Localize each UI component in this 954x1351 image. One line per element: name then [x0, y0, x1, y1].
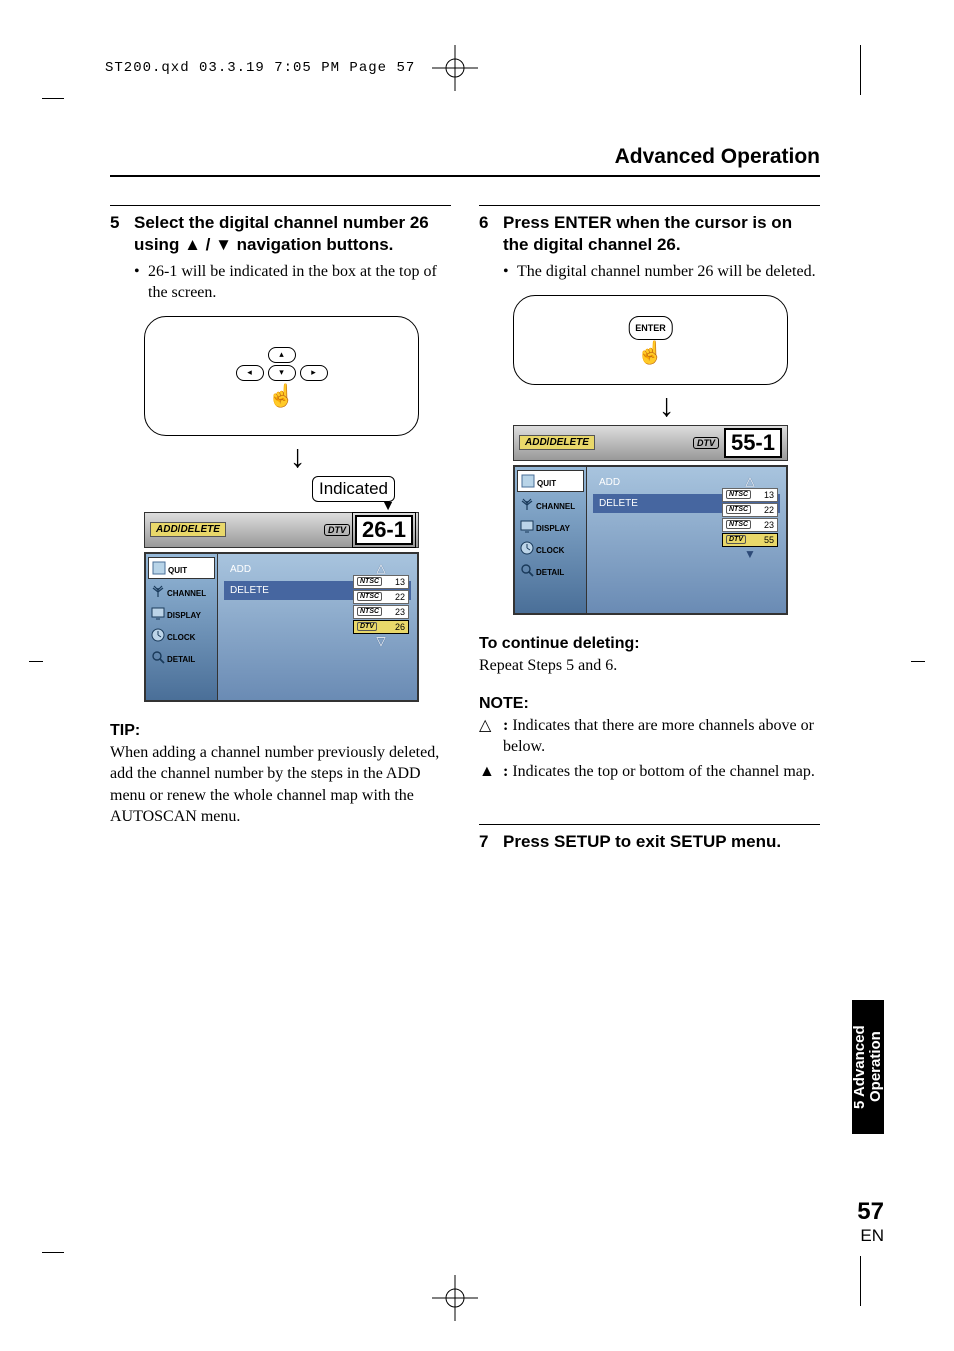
triangle-outline-icon: △: [479, 715, 503, 758]
osd-main: ADD DELETE △ NTSC13 NTSC22 NTSC23 DTV55 …: [587, 467, 786, 613]
dpad-up-icon: ▴: [268, 347, 296, 363]
continue-heading: To continue deleting:: [479, 635, 820, 653]
step-rule: [110, 205, 451, 206]
section-title: Advanced Operation: [110, 145, 820, 169]
crop-mark: [42, 98, 64, 99]
antenna-icon: [520, 497, 534, 511]
step-rule: [479, 205, 820, 206]
osd-screen: ADD/DELETE DTV 26-1 QUIT: [144, 512, 419, 702]
down-triangle-icon: ▼: [215, 235, 232, 254]
osd-channel-list: △ NTSC13 NTSC22 NTSC23 DTV55 ▼: [722, 475, 778, 560]
page-language: EN: [857, 1226, 884, 1246]
note-heading: NOTE:: [479, 695, 820, 713]
sidebar-item-display: DISPLAY: [149, 604, 214, 626]
tip-heading: TIP:: [110, 722, 451, 740]
sidebar-item-clock: CLOCK: [518, 539, 583, 561]
monitor-icon: [151, 606, 165, 620]
registration-mark-icon: [430, 1273, 480, 1323]
continue-body: Repeat Steps 5 and 6.: [479, 655, 820, 677]
step-number: 6: [479, 212, 503, 234]
figure-step6: ENTER ☝ ↓ ADD/DELETE DTV 55-1: [513, 295, 820, 615]
hand-pointer-icon: ☝: [628, 342, 673, 364]
sidebar-item-display: DISPLAY: [518, 517, 583, 539]
indicated-callout: Indicated: [312, 476, 395, 502]
step-bullet: The digital channel number 26 will be de…: [517, 262, 816, 283]
print-header: ST200.qxd 03.3.19 7:05 PM Page 57: [105, 60, 415, 76]
bullet-icon: •: [503, 262, 517, 283]
crop-mark: [911, 661, 925, 662]
sidebar-item-detail: DETAIL: [518, 561, 583, 583]
up-triangle-icon: ▲: [184, 235, 201, 254]
step-rule: [479, 824, 820, 825]
tip-body: When adding a channel number previously …: [110, 742, 451, 828]
step-number: 7: [479, 831, 503, 853]
antenna-icon: [151, 584, 165, 598]
channel-display: 26-1: [355, 515, 413, 545]
dpad-left-icon: ◂: [236, 365, 264, 381]
figure-step5: ▴ ◂ ▾ ▸ ☝ ↓ Indicated ▼: [144, 316, 451, 702]
callout-arrow-icon: ▼: [144, 502, 395, 512]
page-number-block: 57 EN: [857, 1198, 884, 1246]
crop-mark: [860, 1256, 861, 1306]
door-icon: [521, 474, 535, 488]
step-number: 5: [110, 212, 134, 234]
chapter-tab: 5 Advanced Operation: [852, 1000, 884, 1134]
osd-title: ADD/DELETE: [150, 522, 226, 537]
page-number: 57: [857, 1198, 884, 1226]
scroll-down-outline-icon: ▽: [353, 635, 409, 647]
crop-mark: [29, 661, 43, 662]
remote-enter-illustration: ENTER ☝: [513, 295, 788, 385]
step-title: Press ENTER when the cursor is on the di…: [503, 212, 820, 256]
sidebar-item-clock: CLOCK: [149, 626, 214, 648]
sidebar-item-detail: DETAIL: [149, 648, 214, 670]
step-title: Press SETUP to exit SETUP menu.: [503, 831, 820, 853]
hand-pointer-icon: ☝: [236, 385, 328, 407]
left-column: 5 Select the digital channel number 26 u…: [110, 205, 451, 859]
right-column: 6 Press ENTER when the cursor is on the …: [479, 205, 820, 859]
magnifier-icon: [151, 650, 165, 664]
sidebar-item-quit: QUIT: [148, 557, 215, 579]
clock-icon: [151, 628, 165, 642]
scroll-up-outline-icon: △: [722, 475, 778, 487]
note-item-text: : Indicates the top or bottom of the cha…: [503, 761, 815, 783]
registration-mark-icon: [430, 43, 480, 93]
osd-main: ADD DELETE △ NTSC13 NTSC22 NTSC23 DTV26 …: [218, 554, 417, 700]
step-bullet: 26-1 will be indicated in the box at the…: [148, 262, 451, 304]
osd-title: ADD/DELETE: [519, 435, 595, 450]
dpad-down-icon: ▾: [268, 365, 296, 381]
dtv-badge: DTV: [693, 437, 719, 449]
triangle-solid-icon: ▲: [479, 761, 503, 783]
note-item-text: : Indicates that there are more channels…: [503, 715, 820, 758]
osd-sidebar: QUIT CHANNEL DISPLAY: [146, 554, 218, 700]
down-arrow-icon: ↓: [513, 389, 820, 421]
page-content: Advanced Operation 5 Select the digital …: [70, 100, 860, 859]
bullet-icon: •: [134, 262, 148, 304]
crop-mark: [860, 45, 861, 95]
dpad-right-icon: ▸: [300, 365, 328, 381]
section-rule: [110, 175, 820, 177]
monitor-icon: [520, 519, 534, 533]
door-icon: [152, 561, 166, 575]
osd-screen: ADD/DELETE DTV 55-1 QUIT: [513, 425, 788, 615]
clock-icon: [520, 541, 534, 555]
dtv-badge: DTV: [324, 524, 350, 536]
osd-sidebar: QUIT CHANNEL DISPLAY: [515, 467, 587, 613]
scroll-up-outline-icon: △: [353, 562, 409, 574]
sidebar-item-quit: QUIT: [517, 470, 584, 492]
magnifier-icon: [520, 563, 534, 577]
sidebar-item-channel: CHANNEL: [149, 582, 214, 604]
scroll-down-solid-icon: ▼: [722, 548, 778, 560]
down-arrow-icon: ↓: [144, 440, 451, 472]
step-title: Select the digital channel number 26 usi…: [134, 212, 451, 256]
crop-mark: [42, 1252, 64, 1253]
enter-button-icon: ENTER: [628, 316, 673, 340]
channel-display: 55-1: [724, 428, 782, 458]
remote-dpad-illustration: ▴ ◂ ▾ ▸ ☝: [144, 316, 419, 436]
osd-channel-list: △ NTSC13 NTSC22 NTSC23 DTV26 ▽: [353, 562, 409, 647]
sidebar-item-channel: CHANNEL: [518, 495, 583, 517]
